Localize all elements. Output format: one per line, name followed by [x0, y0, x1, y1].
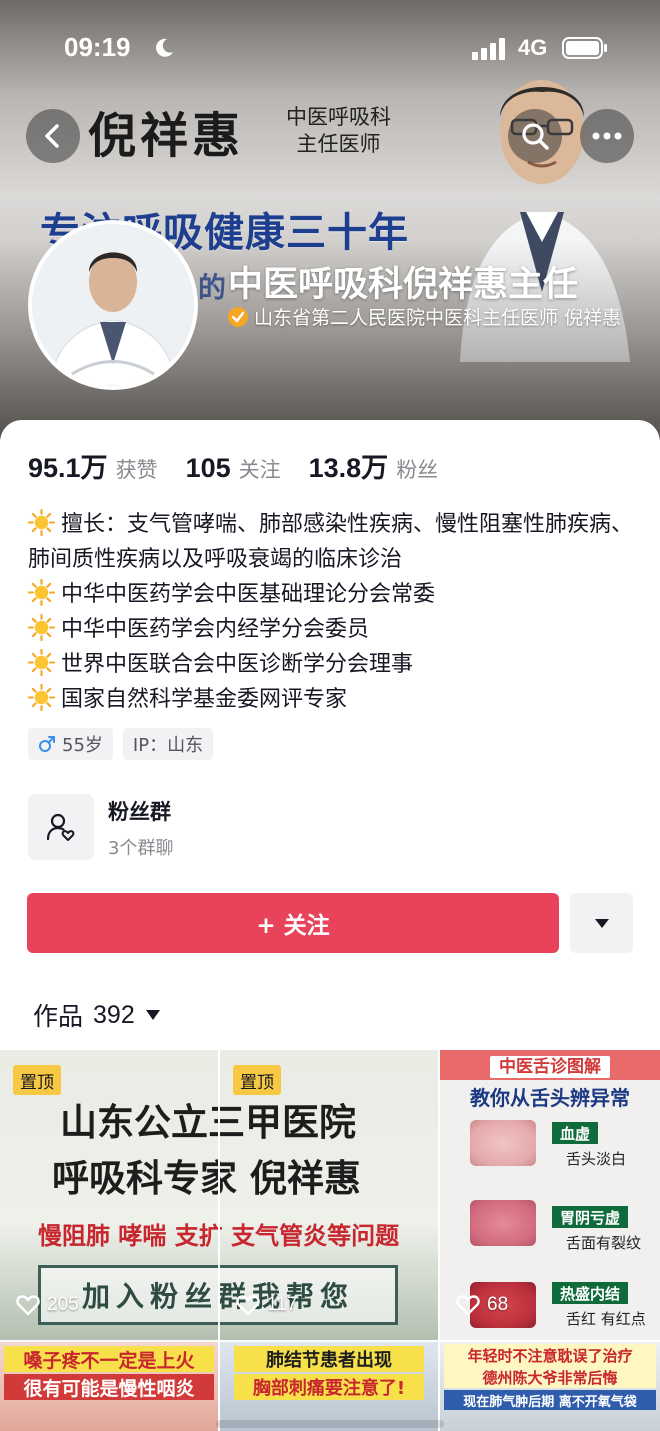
- more-dots-icon: [592, 132, 622, 140]
- video-title-line2: 呼吸科专家 倪祥惠: [52, 1156, 361, 1200]
- verification-text: 山东省第二人民医院中医科主任医师 倪祥惠: [254, 307, 622, 329]
- sun-emoji-icon: [28, 684, 55, 711]
- bio-line: 国家自然科学基金委网评专家: [28, 682, 638, 717]
- sun-emoji-icon: [28, 579, 55, 606]
- banner-dept-line1: 中医呼吸科: [286, 105, 391, 129]
- banner-department: 中医呼吸科 主任医师: [286, 104, 391, 158]
- avatar[interactable]: [28, 220, 198, 390]
- bio-text: 世界中医联合会中医诊断学分会理事: [61, 652, 414, 677]
- bio-line: 世界中医联合会中医诊断学分会理事: [28, 647, 638, 682]
- tongue-tag: 血虚: [552, 1122, 599, 1144]
- following-count[interactable]: 105: [186, 453, 231, 484]
- video-subheadline: 很有可能是慢性咽炎: [4, 1374, 214, 1400]
- male-icon: [39, 736, 55, 752]
- heart-icon: [16, 1295, 40, 1316]
- home-indicator: [216, 1420, 444, 1428]
- banner-doctor-name: 倪祥惠: [88, 108, 245, 164]
- followers-count[interactable]: 13.8万: [309, 446, 389, 485]
- pinned-badge: 置顶: [233, 1065, 281, 1095]
- video-title-line1: 山东公立三甲医院: [60, 1100, 356, 1144]
- video-tile[interactable]: 年轻时不注意耽误了治疗 德州陈大爷非常后悔 现在肺气肿后期 离不开氧气袋: [440, 1342, 660, 1431]
- ip-text: IP：山东: [132, 735, 204, 756]
- age-text: 55岁: [62, 735, 103, 756]
- bio-line: 中华中医药学会内经学分会委员: [28, 612, 638, 647]
- heart-icon: [456, 1295, 480, 1316]
- back-button[interactable]: [26, 109, 80, 163]
- search-icon: [522, 123, 549, 150]
- status-bar: 09:19 4G: [0, 0, 660, 96]
- tongue-image: [470, 1200, 536, 1246]
- video-headline: 年轻时不注意耽误了治疗: [444, 1344, 656, 1366]
- profile-stats: 95.1万 获赞 105 关注 13.8万 粉丝: [28, 446, 466, 485]
- pinned-badge: 置顶: [13, 1065, 61, 1095]
- tile-divider: [218, 1050, 220, 1340]
- bio-line: 中华中医药学会中医基础理论分会常委: [28, 577, 638, 612]
- follow-button[interactable]: + 关注: [27, 893, 559, 953]
- bio-text: 擅长：支气管哮喘、肺部感染性疾病、慢性阻塞性肺疾病、肺间质性疾病以及呼吸衰竭的临…: [28, 512, 634, 572]
- video-tile[interactable]: 嗓子疼不一定是上火 很有可能是慢性咽炎: [0, 1342, 218, 1431]
- tongue-image: [470, 1120, 536, 1166]
- video-headline: 肺结节患者出现: [234, 1346, 424, 1372]
- bio-text: 中华中医药学会中医基础理论分会常委: [61, 582, 436, 607]
- likes-label: 获赞: [115, 458, 158, 482]
- fan-group-icon: [46, 813, 75, 841]
- search-button[interactable]: [508, 109, 562, 163]
- more-options-button[interactable]: [580, 109, 634, 163]
- sun-emoji-icon: [28, 649, 55, 676]
- tongue-title: 教你从舌头辨异常: [470, 1086, 630, 1110]
- avatar-photo: [32, 224, 194, 386]
- bio-text: 中华中医药学会内经学分会委员: [61, 617, 370, 642]
- moon-icon: [156, 38, 173, 57]
- tongue-caption: 舌面有裂纹: [566, 1234, 642, 1252]
- video-tile[interactable]: 肺结节患者出现 胸部刺痛要注意了!: [220, 1342, 438, 1431]
- works-dropdown-icon: [145, 1010, 160, 1020]
- video-subheadline: 胸部刺痛要注意了!: [234, 1374, 424, 1400]
- works-tab[interactable]: 作品 392: [33, 997, 161, 1033]
- video-likes: 205: [16, 1294, 79, 1316]
- works-label: 作品: [33, 1002, 84, 1031]
- likes-count-text: 68: [487, 1294, 509, 1315]
- video-tile[interactable]: 中医舌诊图解 中医舌诊图解 教你从舌头辨异常 血虚 舌头淡白 胃阴亏虚 舌面有裂…: [440, 1050, 660, 1340]
- tongue-caption: 舌头淡白: [566, 1150, 627, 1168]
- tongue-tag: 热盛内结: [552, 1282, 629, 1304]
- network-type: 4G: [518, 35, 548, 60]
- tongue-tag: 胃阴亏虚: [552, 1206, 629, 1228]
- tongue-caption: 舌红 有红点: [566, 1310, 646, 1328]
- video-grid: 山东公立三甲医院 呼吸科专家 倪祥惠 慢阻肺 哮喘 支扩 支气管炎等问题 加入粉…: [0, 1050, 660, 1431]
- profile-tags: 55岁 IP：山东: [28, 728, 214, 760]
- likes-count-text: 205: [47, 1294, 79, 1315]
- battery-icon: [562, 37, 607, 59]
- profile-name: 中医呼吸科倪祥惠主任: [228, 265, 579, 305]
- bio-text: 国家自然科学基金委网评专家: [61, 687, 348, 712]
- works-count: 392: [93, 1000, 135, 1029]
- video-likes: 68: [456, 1294, 508, 1316]
- video-likes: 117: [236, 1294, 297, 1316]
- tongue-header-text: 中医舌诊图解: [490, 1056, 610, 1078]
- likes-count-text: 117: [267, 1294, 298, 1315]
- sun-emoji-icon: [28, 614, 55, 641]
- followers-label: 粉丝: [396, 458, 439, 482]
- heart-icon: [236, 1295, 260, 1316]
- recommend-dropdown-button[interactable]: [570, 893, 633, 953]
- bio: 擅长：支气管哮喘、肺部感染性疾病、慢性阻塞性肺疾病、肺间质性疾病以及呼吸衰竭的临…: [28, 507, 638, 717]
- age-tag: 55岁: [28, 728, 113, 760]
- video-headline: 嗓子疼不一定是上火: [4, 1346, 214, 1372]
- video-caption: 现在肺气肿后期 离不开氧气袋: [444, 1390, 656, 1410]
- likes-count[interactable]: 95.1万: [28, 446, 108, 485]
- fan-group-title[interactable]: 粉丝群: [108, 796, 171, 826]
- triangle-down-icon: [594, 918, 609, 928]
- banner-dept-line2: 主任医师: [296, 132, 381, 156]
- fan-group-subtitle: 3个群聊: [108, 838, 174, 859]
- status-time: 09:19: [64, 32, 131, 62]
- video-subheadline: 德州陈大爷非常后悔: [444, 1366, 656, 1388]
- following-label: 关注: [238, 458, 281, 482]
- ip-tag: IP：山东: [122, 728, 214, 760]
- fan-group-button[interactable]: [28, 794, 94, 860]
- chevron-left-icon: [45, 124, 59, 148]
- signal-icon: [472, 38, 505, 60]
- sun-emoji-icon: [28, 509, 55, 536]
- bio-line: 擅长：支气管哮喘、肺部感染性疾病、慢性阻塞性肺疾病、肺间质性疾病以及呼吸衰竭的临…: [28, 507, 638, 577]
